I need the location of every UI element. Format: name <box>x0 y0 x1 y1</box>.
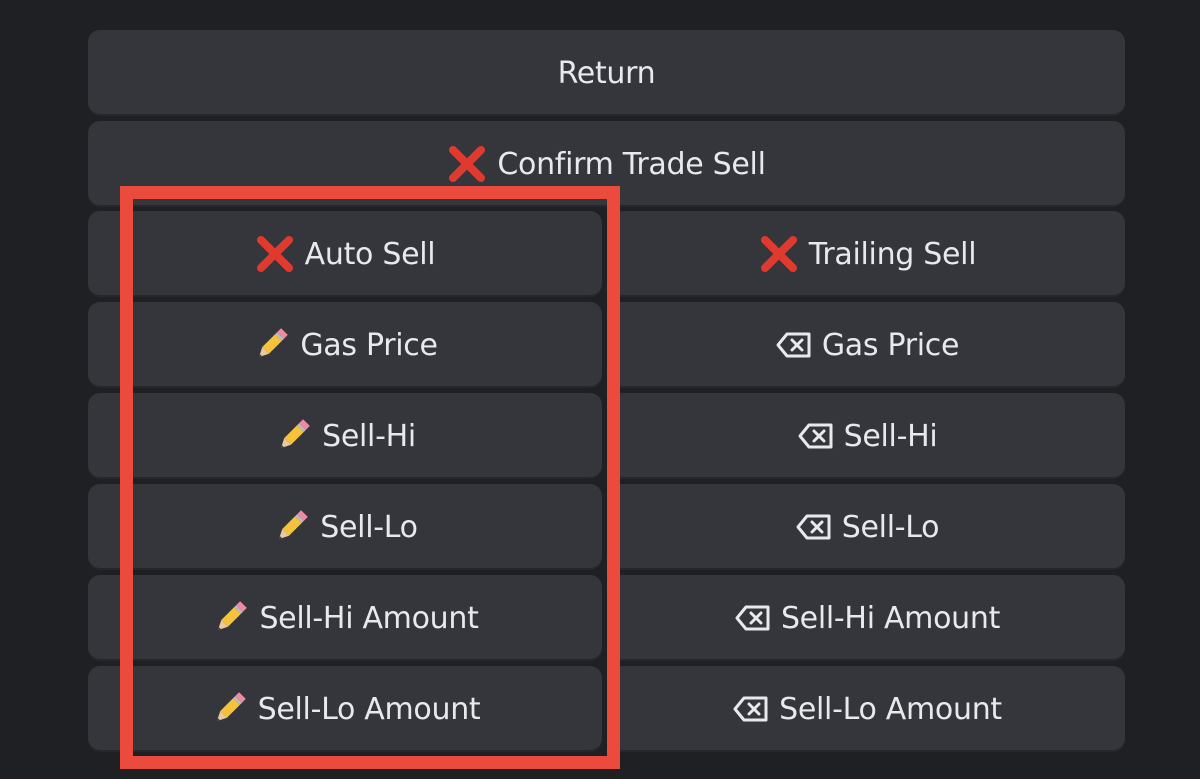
pencil-icon <box>274 417 312 455</box>
erase-left-icon <box>733 696 769 722</box>
clear-sell-lo-amount-button[interactable]: Sell-Lo Amount <box>610 666 1125 752</box>
edit-sell-hi-button[interactable]: Sell-Hi <box>88 393 602 479</box>
cross-mark-icon <box>759 234 799 274</box>
trailing-sell-label: Trailing Sell <box>808 236 977 272</box>
erase-left-icon <box>735 605 771 631</box>
edit-sell-lo-button[interactable]: Sell-Lo <box>88 484 602 570</box>
return-button[interactable]: Return <box>88 30 1125 116</box>
edit-sell-hi-label: Sell-Hi <box>322 418 416 454</box>
clear-sell-hi-label: Sell-Hi <box>843 418 938 454</box>
edit-sell-hi-amount-button[interactable]: Sell-Hi Amount <box>88 575 602 661</box>
pencil-icon <box>272 508 310 546</box>
erase-left-icon <box>798 423 834 449</box>
edit-gas-price-button[interactable]: Gas Price <box>88 302 602 388</box>
confirm-trade-sell-label: Confirm Trade Sell <box>497 146 766 182</box>
trailing-sell-button[interactable]: Trailing Sell <box>610 211 1125 297</box>
cross-mark-icon <box>447 144 487 184</box>
clear-sell-lo-button[interactable]: Sell-Lo <box>610 484 1125 570</box>
erase-left-icon <box>776 332 812 358</box>
pencil-icon <box>252 326 290 364</box>
clear-gas-price-label: Gas Price <box>821 327 960 363</box>
auto-sell-button[interactable]: Auto Sell <box>88 211 602 297</box>
edit-gas-price-label: Gas Price <box>300 327 438 363</box>
return-label: Return <box>557 55 656 91</box>
clear-sell-hi-button[interactable]: Sell-Hi <box>610 393 1125 479</box>
cross-mark-icon <box>255 234 295 274</box>
inline-keyboard: Return Confirm Trade Sell Auto Sell Trai… <box>0 0 1200 779</box>
edit-sell-lo-amount-button[interactable]: Sell-Lo Amount <box>88 666 602 752</box>
clear-sell-lo-label: Sell-Lo <box>841 509 940 545</box>
edit-sell-lo-label: Sell-Lo <box>320 509 418 545</box>
clear-sell-hi-amount-label: Sell-Hi Amount <box>780 600 1001 636</box>
pencil-icon <box>210 690 248 728</box>
clear-sell-lo-amount-label: Sell-Lo Amount <box>779 691 1002 727</box>
edit-sell-lo-amount-label: Sell-Lo Amount <box>257 691 481 727</box>
edit-sell-hi-amount-label: Sell-Hi Amount <box>259 600 479 636</box>
clear-gas-price-button[interactable]: Gas Price <box>610 302 1125 388</box>
confirm-trade-sell-button[interactable]: Confirm Trade Sell <box>88 121 1125 207</box>
pencil-icon <box>211 599 249 637</box>
auto-sell-label: Auto Sell <box>304 236 436 272</box>
clear-sell-hi-amount-button[interactable]: Sell-Hi Amount <box>610 575 1125 661</box>
erase-left-icon <box>796 514 832 540</box>
